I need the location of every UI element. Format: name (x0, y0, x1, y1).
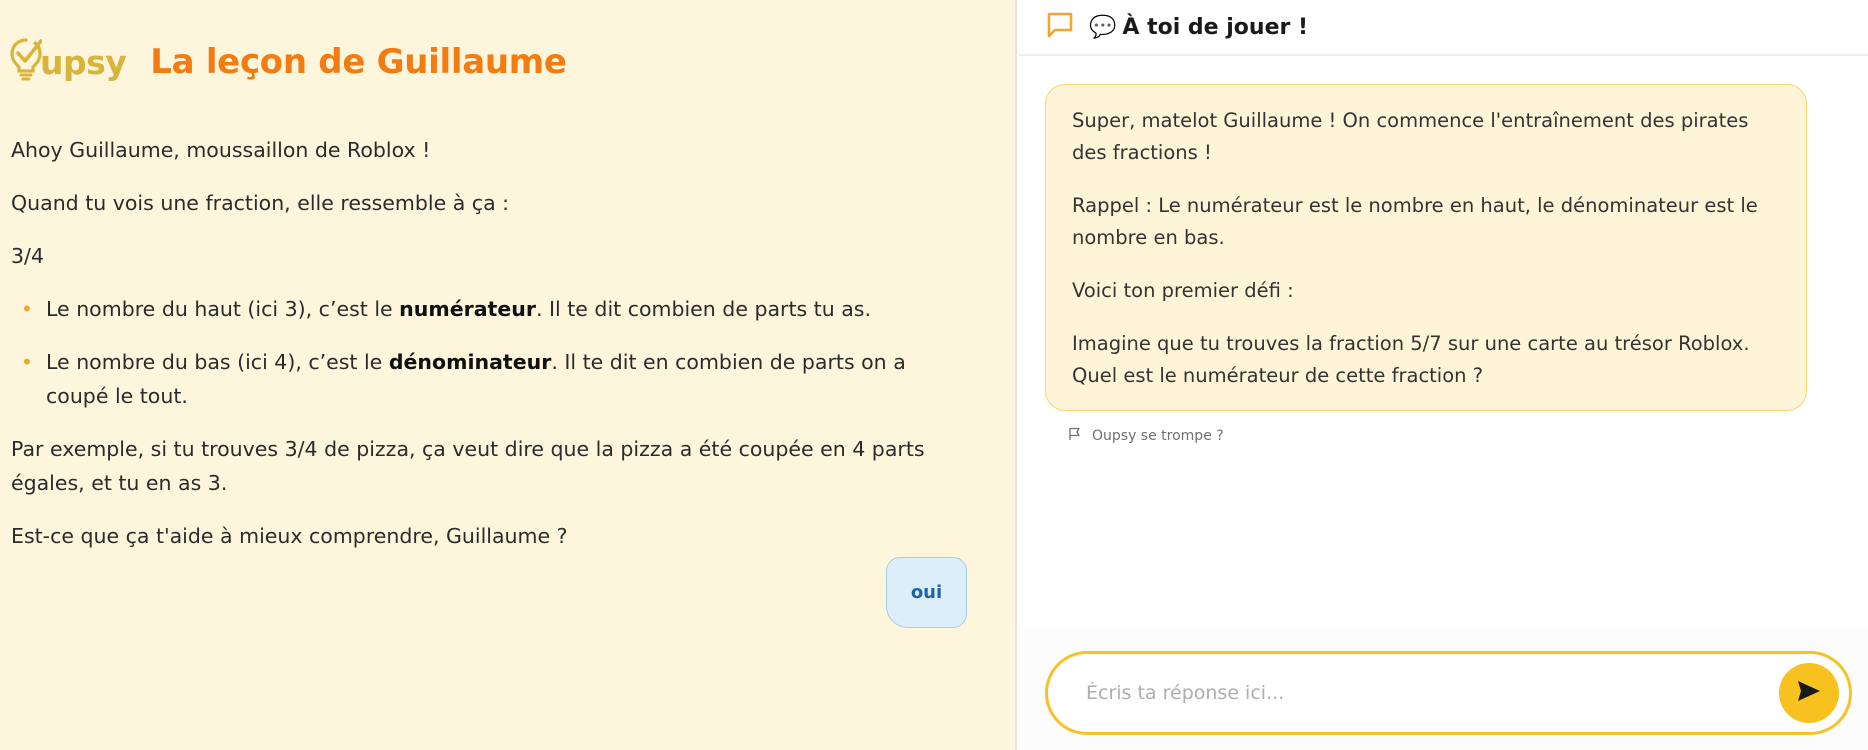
brand-name: upsy (40, 42, 127, 82)
assistant-message: Super, matelot Guillaume ! On commence l… (1045, 84, 1807, 411)
lightbulb-check-icon (10, 38, 43, 86)
term-numerator: numérateur (399, 297, 536, 321)
lesson-pane: upsy La leçon de Guillaume Ahoy Guillaum… (0, 0, 1017, 750)
lesson-content: Ahoy Guillaume, moussaillon de Roblox ! … (11, 133, 961, 572)
bullet-text: Le nombre du haut (ici 3), c’est le (46, 297, 400, 321)
bullet-text: Le nombre du bas (ici 4), c’est le (46, 350, 389, 374)
speech-bubble-icon: 💬 (1089, 14, 1117, 40)
brand-logo[interactable]: upsy (10, 38, 127, 86)
send-button[interactable] (1779, 663, 1839, 723)
message-paragraph: Imagine que tu trouves la fraction 5/7 s… (1072, 332, 1750, 387)
answer-input[interactable] (1086, 682, 1746, 704)
list-item: • Le nombre du bas (ici 4), c’est le déno… (11, 345, 961, 413)
page-title: La leçon de Guillaume (150, 42, 567, 82)
chat-bubble-icon (1046, 11, 1074, 43)
answer-yes-button[interactable]: oui (886, 557, 967, 628)
report-error-link[interactable]: Oupsy se trompe ? (1068, 427, 1224, 445)
answer-input-wrapper (1045, 651, 1852, 735)
message-paragraph: Voici ton premier défi : (1072, 279, 1294, 302)
chat-title-text: À toi de jouer ! (1122, 14, 1309, 40)
lesson-example: Par exemple, si tu trouves 3/4 de pizza,… (11, 437, 925, 495)
chat-title: 💬 À toi de jouer ! (1089, 15, 1308, 40)
flag-icon (1068, 427, 1092, 445)
lesson-header: upsy La leçon de Guillaume (10, 38, 567, 86)
report-label: Oupsy se trompe ? (1092, 428, 1224, 444)
send-arrow-icon (1796, 679, 1822, 707)
composer (1019, 625, 1868, 750)
example-fraction: 3/4 (11, 244, 44, 268)
list-item: • Le nombre du haut (ici 3), c’est le num… (11, 292, 961, 326)
message-paragraph: Rappel : Le numérateur est le nombre en … (1072, 194, 1758, 249)
chat-header: 💬 À toi de jouer ! (1019, 0, 1868, 56)
chat-pane: 💬 À toi de jouer ! Super, matelot Guillau… (1019, 0, 1868, 750)
lesson-lead: Quand tu vois une fraction, elle ressemb… (11, 191, 510, 215)
lesson-intro: Ahoy Guillaume, moussaillon de Roblox ! (11, 138, 431, 162)
bullet-dot-icon: • (21, 350, 33, 374)
term-denominator: dénominateur (388, 350, 552, 374)
definition-list: • Le nombre du haut (ici 3), c’est le num… (11, 292, 961, 413)
lesson-question: Est-ce que ça t'aide à mieux comprendre,… (11, 524, 568, 548)
bullet-dot-icon: • (21, 297, 33, 321)
bullet-text: . Il te dit combien de parts tu as. (535, 297, 871, 321)
message-paragraph: Super, matelot Guillaume ! On commence l… (1072, 109, 1749, 164)
